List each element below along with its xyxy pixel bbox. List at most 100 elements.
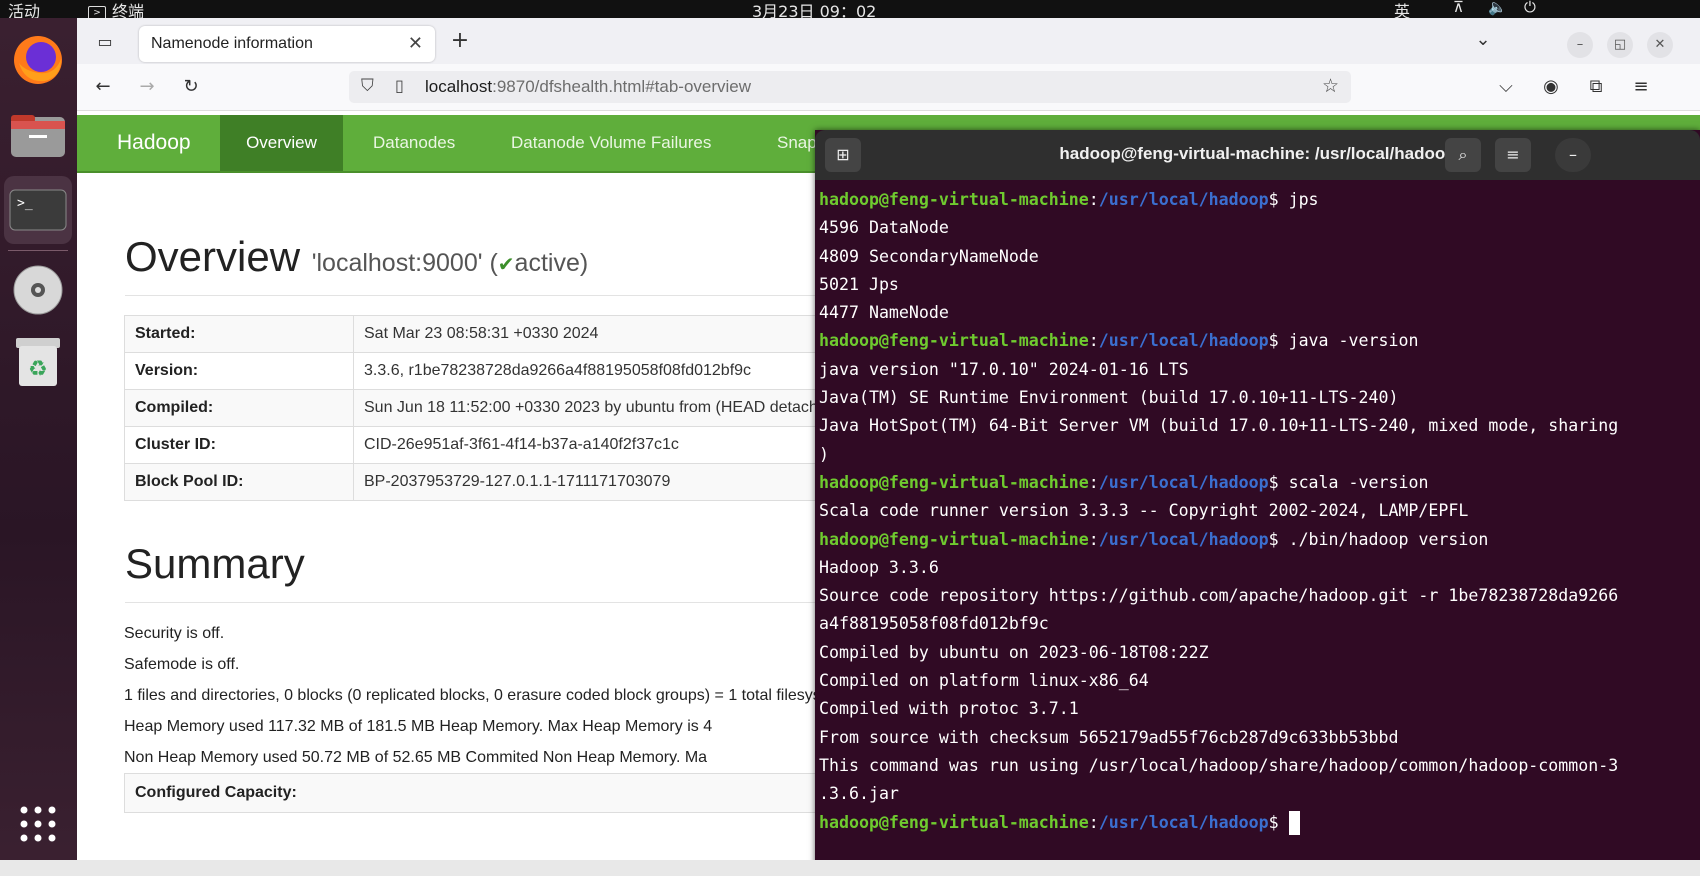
- prompt-user: hadoop@feng-virtual-machine: [819, 472, 1089, 492]
- power-icon[interactable]: ⏻: [1524, 0, 1536, 16]
- firefox-icon[interactable]: [4, 26, 72, 94]
- row-key: Started:: [124, 315, 354, 353]
- new-tab-icon[interactable]: +: [446, 27, 474, 55]
- bottom-strip: [0, 860, 1700, 876]
- close-tab-icon[interactable]: ✕: [408, 33, 423, 54]
- close-window-icon[interactable]: ✕: [1647, 32, 1673, 58]
- nav-overview[interactable]: Overview: [220, 115, 343, 171]
- url-text: localhost:9870/dfshealth.html#tab-overvi…: [425, 77, 751, 97]
- terminal-output-line: 4596 DataNode: [819, 218, 949, 238]
- terminal-output-line: Java HotSpot(TM) 64-Bit Server VM (build…: [819, 416, 1619, 436]
- tab-overview-icon[interactable]: ▭: [91, 28, 119, 56]
- reload-icon[interactable]: ↻: [177, 73, 205, 101]
- summary-heading: Summary: [125, 540, 305, 587]
- terminal-output-line: a4f88195058f08fd012bf9c: [819, 614, 1049, 634]
- dock-separator: [8, 250, 68, 251]
- summary-line: Safemode is off.: [124, 656, 240, 673]
- prompt-user: hadoop@feng-virtual-machine: [819, 190, 1089, 209]
- terminal-output-line: Java(TM) SE Runtime Environment (build 1…: [819, 388, 1399, 408]
- bookmark-star-icon[interactable]: ☆: [1322, 75, 1339, 97]
- terminal-output-line: Hadoop 3.3.6: [819, 557, 939, 577]
- system-top-bar: 活动 > 终端 3月23日 09：02 英 ⊼ 🔈 ⏻: [0, 0, 1700, 21]
- prompt-path: /usr/local/hadoop: [1098, 190, 1269, 209]
- url-bar[interactable]: ⛉ ▯ localhost:9870/dfshealth.html#tab-ov…: [349, 71, 1351, 103]
- terminal-window: ⊞ hadoop@feng-virtual-machine: /usr/loca…: [815, 130, 1700, 876]
- row-key: Block Pool ID:: [124, 463, 354, 501]
- page-info-icon[interactable]: ▯: [395, 76, 404, 95]
- terminal-output-line: Compiled on platform linux-x86_64: [819, 671, 1149, 691]
- tab-title: Namenode information: [151, 35, 313, 52]
- terminal-menu-icon[interactable]: ≡: [1495, 138, 1531, 172]
- terminal-icon[interactable]: >_: [4, 176, 72, 244]
- restore-icon[interactable]: ◱: [1607, 32, 1633, 58]
- prompt-user: hadoop@feng-virtual-machine: [819, 529, 1089, 549]
- terminal-minimize-icon[interactable]: –: [1555, 138, 1591, 172]
- trash-icon[interactable]: ♻: [4, 328, 72, 396]
- terminal-output-line: Source code repository https://github.co…: [819, 586, 1619, 606]
- overview-subtitle: 'localhost:9000' (✔active): [312, 249, 588, 277]
- hadoop-brand[interactable]: Hadoop: [117, 115, 191, 171]
- terminal-output-line: java version "17.0.10" 2024-01-16 LTS: [819, 359, 1189, 379]
- prompt-path: /usr/local/hadoop: [1098, 812, 1269, 832]
- prompt-path: /usr/local/hadoop: [1098, 529, 1269, 549]
- terminal-header: ⊞ hadoop@feng-virtual-machine: /usr/loca…: [815, 130, 1700, 180]
- overview-host: 'localhost:9000' (: [311, 249, 498, 277]
- url-host: localhost: [425, 77, 493, 96]
- files-icon[interactable]: [4, 102, 72, 170]
- menu-icon[interactable]: ≡: [1627, 73, 1655, 101]
- terminal-output-line: 4809 SecondaryNameNode: [819, 246, 1039, 266]
- browser-tab[interactable]: Namenode information ✕: [139, 26, 435, 62]
- terminal-output-line: 4477 NameNode: [819, 303, 949, 323]
- prompt-path: /usr/local/hadoop: [1098, 331, 1269, 351]
- terminal-output-line: 5021 Jps: [819, 274, 899, 294]
- terminal-output-line: ): [819, 444, 829, 464]
- volume-icon[interactable]: 🔈: [1488, 0, 1507, 16]
- svg-text:>_: >_: [17, 196, 33, 211]
- extensions-icon[interactable]: ⧉: [1582, 73, 1610, 101]
- navigation-bar: ← → ↻ ⛉ ▯ localhost:9870/dfshealth.html#…: [77, 64, 1700, 111]
- apps-grid-icon[interactable]: [4, 790, 72, 858]
- nav-volume-failures[interactable]: Datanode Volume Failures: [511, 115, 711, 171]
- summary-line: Non Heap Memory used 50.72 MB of 52.65 M…: [124, 749, 708, 766]
- terminal-command-line: hadoop@feng-virtual-machine:/usr/local/h…: [819, 529, 1489, 549]
- account-icon[interactable]: ◉: [1537, 73, 1565, 101]
- search-icon[interactable]: ⌕: [1445, 138, 1481, 172]
- command-text: $: [1268, 812, 1289, 832]
- forward-icon[interactable]: →: [133, 73, 161, 101]
- overview-title: Overview: [125, 233, 301, 280]
- minimize-icon[interactable]: –: [1567, 32, 1593, 58]
- command-text: $ scala -version: [1268, 472, 1429, 492]
- summary-line: Heap Memory used 117.32 MB of 181.5 MB H…: [124, 718, 713, 735]
- check-icon: ✔: [497, 254, 515, 276]
- network-icon[interactable]: ⊼: [1453, 0, 1464, 16]
- terminal-output-line: From source with checksum 5652179ad55f76…: [819, 727, 1399, 747]
- row-key: Compiled:: [124, 389, 354, 427]
- summary-line: 1 files and directories, 0 blocks (0 rep…: [124, 687, 918, 704]
- prompt-user: hadoop@feng-virtual-machine: [819, 812, 1089, 832]
- svg-text:♻: ♻: [28, 357, 48, 382]
- terminal-command-line: hadoop@feng-virtual-machine:/usr/local/h…: [819, 809, 1699, 837]
- list-tabs-icon[interactable]: ⌄: [1469, 26, 1497, 54]
- overview-state: active: [514, 249, 580, 277]
- command-text: $ ./bin/hadoop version: [1268, 529, 1489, 549]
- command-text: $ java -version: [1268, 331, 1419, 351]
- overview-heading: Overview 'localhost:9000' (✔active): [125, 233, 588, 281]
- shield-icon[interactable]: ⛉: [361, 76, 374, 96]
- dock: >_ ♻: [0, 18, 77, 876]
- summary-line: Security is off.: [124, 625, 225, 642]
- terminal-command-line: hadoop@feng-virtual-machine:/usr/local/h…: [819, 472, 1429, 492]
- pocket-icon[interactable]: ⌵: [1492, 73, 1520, 101]
- nav-datanodes[interactable]: Datanodes: [373, 115, 455, 171]
- terminal-output-line: Compiled by ubuntu on 2023-06-18T08:22Z: [819, 642, 1209, 662]
- terminal-output[interactable]: hadoop@feng-virtual-machine:/usr/local/h…: [819, 186, 1699, 876]
- terminal-command-line: hadoop@feng-virtual-machine:/usr/local/h…: [819, 190, 1319, 209]
- tab-strip: ▭ Namenode information ✕ + ⌄ – ◱ ✕: [77, 18, 1700, 64]
- cursor: [1288, 811, 1300, 836]
- disc-icon[interactable]: [4, 256, 72, 324]
- terminal-output-line: .3.6.jar: [819, 784, 899, 804]
- back-icon[interactable]: ←: [89, 73, 117, 101]
- terminal-output-line: Compiled with protoc 3.7.1: [819, 699, 1079, 719]
- command-text: $ jps: [1268, 190, 1319, 209]
- prompt-path: /usr/local/hadoop: [1098, 472, 1269, 492]
- overview-close: ): [579, 249, 589, 277]
